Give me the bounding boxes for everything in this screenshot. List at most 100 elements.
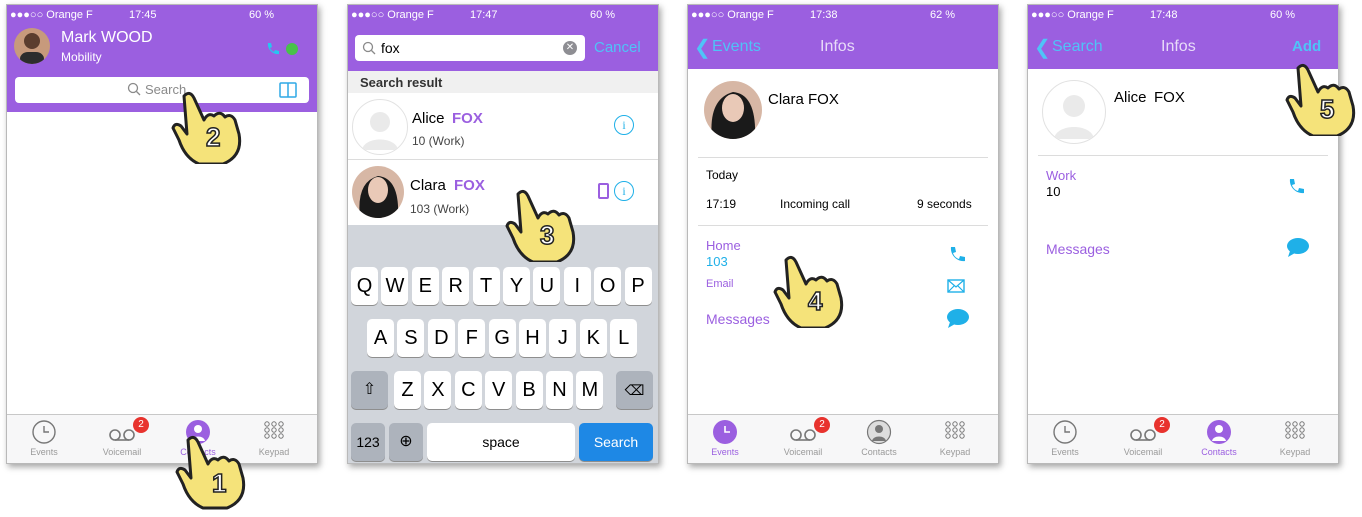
key-v[interactable]: V (485, 371, 513, 409)
tab-keypad[interactable]: Keypad (920, 419, 990, 457)
chat-icon[interactable] (1286, 236, 1310, 263)
back-button[interactable]: Search (1052, 38, 1103, 56)
avatar[interactable] (14, 28, 50, 64)
divider (698, 157, 988, 158)
key-k[interactable]: K (579, 319, 607, 357)
phone-icon[interactable] (1287, 177, 1307, 202)
phone-icon[interactable] (265, 41, 281, 62)
key-n[interactable]: N (546, 371, 573, 409)
bottom-tab-bar: Events 2 Voicemail Contacts Keypad (1028, 414, 1338, 463)
tab-label: Events (30, 447, 58, 457)
page-title: Infos (1161, 38, 1196, 55)
step-number: 1 (211, 467, 227, 499)
contact-first-name: Alice (412, 110, 445, 127)
space-key[interactable]: space (427, 423, 575, 461)
key-j[interactable]: J (549, 319, 577, 357)
key-c[interactable]: C (454, 371, 482, 409)
tab-voicemail[interactable]: 2 Voicemail (768, 417, 838, 457)
key-a[interactable]: A (367, 319, 394, 357)
keypad-icon (264, 421, 284, 439)
info-icon[interactable]: i (614, 115, 634, 135)
call-type: Incoming call (780, 197, 851, 211)
back-chevron-icon[interactable]: ❮ (694, 35, 711, 60)
battery: 60 % (249, 9, 275, 21)
messages-label[interactable]: Messages (1046, 241, 1110, 257)
divider (1038, 155, 1328, 156)
book-icon[interactable] (279, 81, 297, 104)
mail-icon[interactable] (947, 279, 965, 298)
key-b[interactable]: B (515, 371, 543, 409)
key-i[interactable]: I (563, 267, 591, 305)
key-u[interactable]: U (533, 267, 561, 305)
key-f[interactable]: F (458, 319, 486, 357)
clear-icon[interactable]: ✕ (563, 41, 577, 55)
tab-label: Voicemail (1123, 447, 1163, 457)
tab-voicemail[interactable]: 2 Voicemail (1108, 417, 1178, 457)
search-value: fox (381, 40, 400, 56)
key-y[interactable]: Y (503, 267, 530, 305)
tab-events[interactable]: Events (9, 419, 79, 457)
key-g[interactable]: G (488, 319, 516, 357)
voicemail-badge: 2 (814, 417, 830, 433)
list-item[interactable]: Alice FOX 10 (Work) i (348, 93, 658, 159)
key-l[interactable]: L (610, 319, 638, 357)
add-button[interactable]: Add (1292, 38, 1321, 55)
key-s[interactable]: S (397, 319, 425, 357)
search-bar[interactable]: Search (15, 77, 309, 103)
clock-icon (713, 420, 737, 444)
globe-key[interactable]: ⊕ (389, 423, 423, 461)
clock: 17:47 (470, 9, 498, 21)
key-q[interactable]: Q (351, 267, 378, 305)
messages-label[interactable]: Messages (706, 311, 770, 327)
info-icon[interactable]: i (614, 181, 634, 201)
key-z[interactable]: Z (394, 371, 421, 409)
key-w[interactable]: W (381, 267, 409, 305)
search-key[interactable]: Search (579, 423, 653, 461)
key-r[interactable]: R (442, 267, 470, 305)
contact-name: Clara FOX (768, 91, 839, 108)
key-t[interactable]: T (472, 267, 500, 305)
contact-icon (866, 419, 892, 445)
bottom-tab-bar: Events 2 Voicemail Contacts Keypad (7, 414, 317, 463)
search-input[interactable]: fox ✕ (355, 35, 585, 61)
avatar (1042, 80, 1106, 144)
status-bar: ●●●○○ Orange F 17:47 60 % (348, 5, 658, 25)
key-h[interactable]: H (519, 319, 546, 357)
tab-contacts[interactable]: Contacts (844, 419, 914, 457)
tab-voicemail[interactable]: 2 Voicemail (87, 417, 157, 457)
contact-last-name: FOX (452, 110, 483, 127)
tab-events[interactable]: Events (690, 419, 760, 457)
backspace-key[interactable]: ⌫ (616, 371, 653, 409)
avatar (704, 81, 762, 139)
tab-keypad[interactable]: Keypad (1260, 419, 1330, 457)
back-chevron-icon[interactable]: ❮ (1034, 35, 1051, 60)
key-o[interactable]: O (594, 267, 622, 305)
key-d[interactable]: D (427, 319, 455, 357)
avatar (352, 166, 404, 218)
key-e[interactable]: E (411, 267, 439, 305)
chat-icon[interactable] (946, 307, 970, 334)
keypad-icon (1285, 421, 1305, 439)
key-x[interactable]: X (424, 371, 452, 409)
phone-icon[interactable] (948, 245, 968, 270)
battery: 62 % (930, 9, 956, 21)
back-button[interactable]: Events (712, 38, 761, 56)
work-label: Work (1046, 168, 1077, 183)
key-m[interactable]: M (576, 371, 604, 409)
tab-label: Voicemail (102, 447, 142, 457)
clock: 17:38 (810, 9, 838, 21)
cancel-button[interactable]: Cancel (594, 39, 641, 56)
work-number[interactable]: 10 (1046, 184, 1060, 199)
contact-icon (1207, 420, 1231, 444)
email-label[interactable]: Email (706, 278, 734, 290)
step-number: 3 (539, 219, 555, 251)
status-bar: ●●●○○ Orange F 17:48 60 % (1028, 5, 1338, 25)
key-p[interactable]: P (624, 267, 652, 305)
tab-contacts[interactable]: Contacts (1184, 419, 1254, 457)
online-status-icon (286, 43, 298, 55)
tab-keypad[interactable]: Keypad (239, 419, 309, 457)
numbers-key[interactable]: 123 (351, 423, 385, 461)
home-number[interactable]: 103 (706, 254, 728, 269)
shift-key[interactable]: ⇧ (351, 371, 388, 409)
tab-events[interactable]: Events (1030, 419, 1100, 457)
